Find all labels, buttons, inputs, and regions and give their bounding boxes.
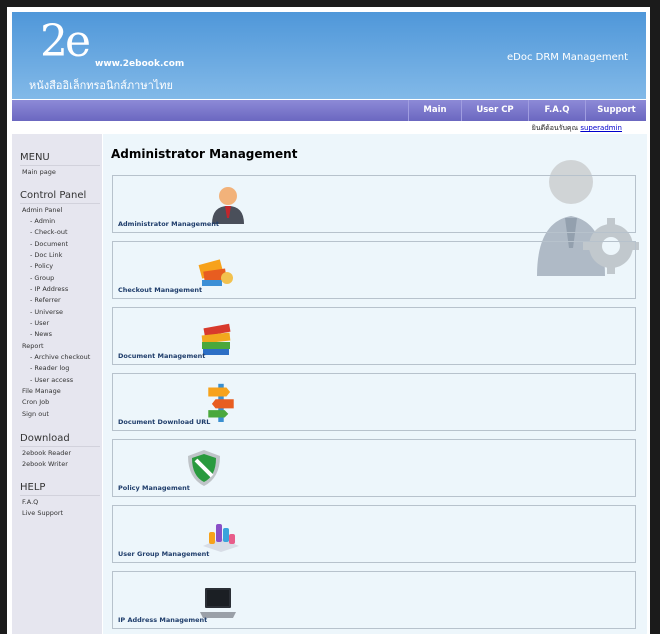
sidebar-item-sign-out[interactable]: Sign out bbox=[22, 410, 49, 418]
user-group-management-card[interactable]: User Group Management bbox=[112, 505, 636, 563]
card-label: Checkout Management bbox=[118, 286, 203, 294]
policy-management-card[interactable]: Policy Management bbox=[112, 439, 636, 497]
card-label: Document Management bbox=[118, 352, 206, 360]
sidebar-item-admin[interactable]: - Admin bbox=[30, 217, 55, 225]
signpost-arrows-icon bbox=[208, 383, 234, 422]
sidebar-item-report[interactable]: Report bbox=[22, 342, 44, 350]
card-label: Administrator Management bbox=[118, 220, 219, 228]
logo-url: www.2ebook.com bbox=[95, 59, 185, 69]
nav-faq[interactable]: F.A.Q bbox=[528, 100, 585, 121]
sidebar-menu-heading: MENU bbox=[20, 152, 50, 163]
logo-mark[interactable]: 2e bbox=[40, 20, 91, 64]
document-management-card[interactable]: Document Management bbox=[112, 307, 636, 365]
welcome-prefix: ยินดีต้อนรับคุณ bbox=[531, 124, 579, 132]
admin-management-card[interactable]: Administrator Management bbox=[112, 175, 636, 233]
sidebar-help-heading: HELP bbox=[20, 482, 46, 493]
page-frame: 2e www.2ebook.com หนังสืออิเล็กทรอนิกส์ภ… bbox=[7, 7, 650, 634]
document-download-url-card[interactable]: Document Download URL bbox=[112, 373, 636, 431]
nav-support[interactable]: Support bbox=[585, 100, 647, 121]
sidebar-item-2ebook-reader[interactable]: 2ebook Reader bbox=[22, 449, 71, 457]
admin-person-icon bbox=[212, 187, 244, 224]
header-title: eDoc DRM Management bbox=[507, 52, 628, 63]
page-title: Administrator Management bbox=[111, 147, 298, 161]
sidebar-item-file-manage[interactable]: File Manage bbox=[22, 387, 61, 395]
sidebar-item-doc-link[interactable]: - Doc Link bbox=[30, 251, 62, 259]
ip-address-management-card[interactable]: IP Address Management bbox=[112, 571, 636, 629]
divider bbox=[20, 165, 100, 166]
sidebar-item-main-page[interactable]: Main page bbox=[22, 168, 56, 176]
sidebar-item-universe[interactable]: - Universe bbox=[30, 308, 63, 316]
sidebar-item-archive-checkout[interactable]: - Archive checkout bbox=[30, 353, 90, 361]
sidebar: MENU Main page Control Panel Admin Panel… bbox=[12, 134, 102, 634]
welcome-line: ยินดีต้อนรับคุณ superadmin bbox=[532, 123, 622, 134]
sidebar-item-referrer[interactable]: - Referrer bbox=[30, 296, 61, 304]
sidebar-item-user-access[interactable]: - User access bbox=[30, 376, 73, 384]
divider bbox=[20, 495, 100, 496]
sidebar-item-reader-log[interactable]: - Reader log bbox=[30, 364, 69, 372]
sidebar-item-news[interactable]: - News bbox=[30, 330, 52, 338]
sidebar-item-document[interactable]: - Document bbox=[30, 240, 68, 248]
divider bbox=[20, 203, 100, 204]
divider bbox=[20, 446, 100, 447]
sidebar-item-policy[interactable]: - Policy bbox=[30, 262, 53, 270]
sidebar-item-admin-panel[interactable]: Admin Panel bbox=[22, 206, 62, 214]
nav-user-cp[interactable]: User CP bbox=[461, 100, 528, 121]
sidebar-item-user[interactable]: - User bbox=[30, 319, 49, 327]
sidebar-control-panel-heading: Control Panel bbox=[20, 190, 87, 201]
top-nav: Main User CP F.A.Q Support bbox=[12, 100, 646, 121]
card-label: Document Download URL bbox=[118, 418, 211, 426]
logo-tagline: หนังสืออิเล็กทรอนิกส์ภาษาไทย bbox=[29, 79, 173, 92]
sidebar-item-faq[interactable]: F.A.Q bbox=[22, 498, 38, 506]
shield-icon bbox=[188, 450, 220, 486]
welcome-user-link[interactable]: superadmin bbox=[580, 124, 622, 132]
sidebar-item-ip-address[interactable]: - IP Address bbox=[30, 285, 68, 293]
card-label: IP Address Management bbox=[118, 616, 208, 624]
card-label: User Group Management bbox=[118, 550, 210, 558]
sidebar-download-heading: Download bbox=[20, 433, 70, 444]
sidebar-item-2ebook-writer[interactable]: 2ebook Writer bbox=[22, 460, 68, 468]
main-content: Administrator Management Administrator M… bbox=[103, 134, 647, 634]
nav-main[interactable]: Main bbox=[408, 100, 461, 121]
user-group-icon bbox=[203, 524, 239, 552]
card-label: Policy Management bbox=[118, 484, 190, 492]
sidebar-item-check-out[interactable]: - Check-out bbox=[30, 228, 68, 236]
sidebar-item-cron-job[interactable]: Cron Job bbox=[22, 398, 49, 406]
sidebar-item-live-support[interactable]: Live Support bbox=[22, 509, 63, 517]
checkout-management-card[interactable]: Checkout Management bbox=[112, 241, 636, 299]
sidebar-item-group[interactable]: - Group bbox=[30, 274, 54, 282]
header-banner: 2e www.2ebook.com หนังสืออิเล็กทรอนิกส์ภ… bbox=[12, 12, 646, 99]
